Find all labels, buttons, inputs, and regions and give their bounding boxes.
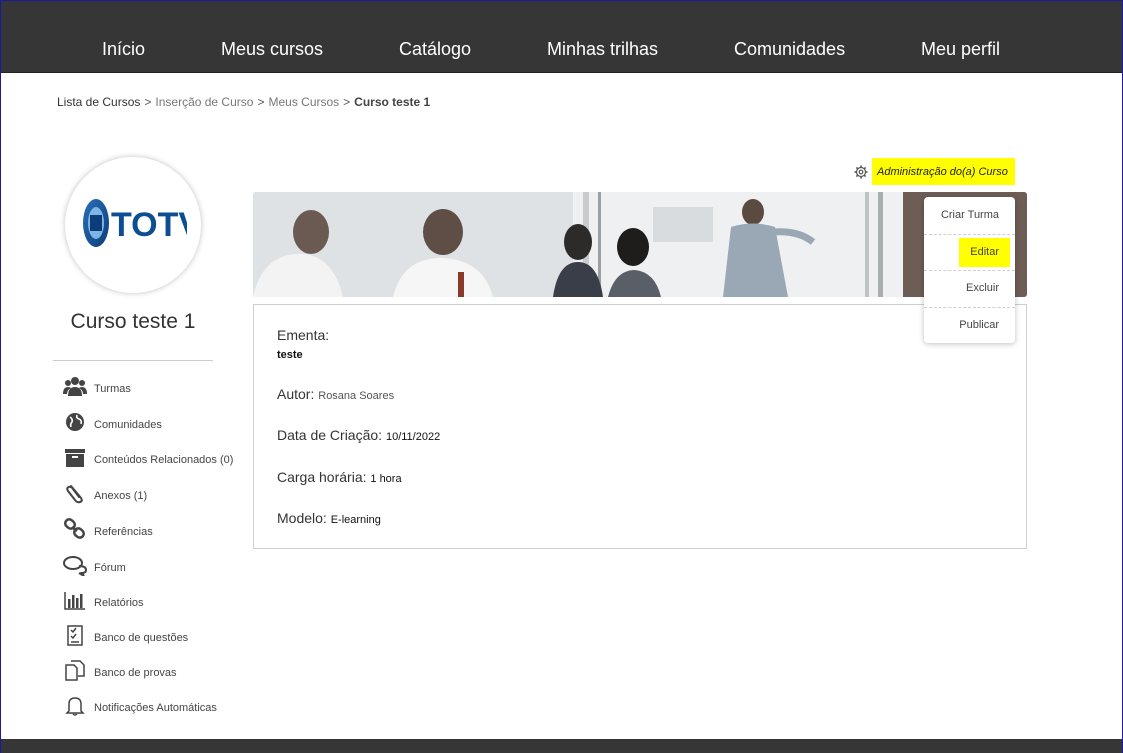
top-nav-bar: Início Meus cursos Catálogo Minhas trilh…	[1, 1, 1122, 73]
footer-bar	[1, 739, 1122, 753]
breadcrumb-current: Curso teste 1	[354, 95, 431, 109]
breadcrumb-separator: >	[343, 95, 351, 109]
modelo-label: Modelo:	[277, 510, 327, 526]
sidebar-item-label: Fórum	[94, 562, 126, 574]
nav-meu-perfil[interactable]: Meu perfil	[921, 39, 1000, 60]
autor-row: Autor: Rosana Soares	[277, 386, 394, 402]
breadcrumb: Lista de Cursos > Inserção de Curso > Meus C…	[57, 95, 430, 109]
sidebar-item-label: Banco de questões	[94, 632, 189, 644]
data-criacao-row: Data de Criação: 10/11/2022	[277, 427, 440, 443]
paperclip-icon	[66, 485, 83, 504]
logo-text: TOTVS	[111, 206, 187, 244]
sidebar-item-banco-de-provas[interactable]: Banco de provas	[61, 657, 261, 685]
menu-item-criar-turma[interactable]: Criar Turma	[924, 197, 1015, 234]
archive-box-icon	[65, 449, 85, 467]
sidebar-item-conteudos-relacionados[interactable]: Conteúdos Relacionados (0)	[61, 444, 261, 472]
sidebar-item-notificacoes-automaticas[interactable]: Notificações Automáticas	[61, 692, 261, 720]
sidebar-item-label: Comunidades	[94, 419, 162, 431]
carga-horaria-value: 1 hora	[370, 473, 402, 485]
nav-inicio[interactable]: Início	[102, 39, 145, 60]
globe-icon	[66, 413, 84, 431]
breadcrumb-separator: >	[144, 95, 152, 109]
nav-minhas-trilhas[interactable]: Minhas trilhas	[547, 39, 658, 60]
bar-chart-icon	[64, 592, 85, 610]
sidebar-item-turmas[interactable]: Turmas	[61, 373, 261, 401]
course-info-card: Ementa: teste Autor: Rosana Soares Data …	[253, 304, 1027, 549]
breadcrumb-insercao-de-curso[interactable]: Inserção de Curso	[155, 95, 253, 109]
documents-icon	[65, 660, 85, 681]
course-title: Curso teste 1	[70, 310, 196, 333]
course-banner-image	[253, 192, 1027, 297]
sidebar-item-label: Relatórios	[94, 597, 144, 609]
sidebar-item-comunidades[interactable]: Comunidades	[61, 409, 261, 437]
breadcrumb-separator: >	[257, 95, 265, 109]
sidebar-item-label: Conteúdos Relacionados (0)	[94, 454, 234, 466]
carga-horaria-row: Carga horária: 1 hora	[277, 469, 402, 485]
course-logo: TOTVS	[65, 157, 201, 293]
ementa-label: Ementa:	[277, 327, 330, 343]
sidebar-item-label: Turmas	[94, 383, 131, 395]
autor-label: Autor:	[277, 386, 315, 402]
nav-catalogo[interactable]: Catálogo	[399, 39, 471, 60]
sidebar-item-referencias[interactable]: Referências	[61, 516, 261, 544]
ementa-value: teste	[277, 349, 303, 361]
sidebar-item-label: Referências	[94, 526, 153, 538]
sidebar-item-label: Notificações Automáticas	[94, 702, 217, 714]
breadcrumb-meus-cursos[interactable]: Meus Cursos	[268, 95, 339, 109]
sidebar-item-label: Banco de provas	[94, 667, 177, 679]
sidebar-item-anexos[interactable]: Anexos (1)	[61, 480, 261, 508]
admin-course-link[interactable]: Administração do(a) Curso	[872, 158, 1015, 185]
carga-horaria-label: Carga horária:	[277, 469, 367, 485]
data-criacao-label: Data de Criação:	[277, 427, 383, 443]
gear-icon[interactable]	[854, 165, 868, 179]
autor-value: Rosana Soares	[318, 390, 395, 402]
nav-meus-cursos[interactable]: Meus cursos	[221, 39, 323, 60]
chat-bubbles-icon	[63, 556, 87, 576]
bell-icon	[65, 697, 85, 716]
meeting-photo-illustration	[253, 192, 1027, 297]
menu-item-excluir[interactable]: Excluir	[924, 270, 1015, 307]
sidebar-item-forum[interactable]: Fórum	[61, 552, 261, 580]
totvs-logo-icon: TOTVS	[83, 199, 187, 247]
link-icon	[63, 518, 86, 539]
modelo-value: E-learning	[330, 514, 381, 526]
modelo-row: Modelo: E-learning	[277, 510, 381, 526]
breadcrumb-lista-de-cursos[interactable]: Lista de Cursos	[57, 95, 140, 109]
users-icon	[63, 377, 87, 396]
menu-item-publicar[interactable]: Publicar	[924, 307, 1015, 344]
nav-comunidades[interactable]: Comunidades	[734, 39, 845, 60]
data-criacao-value: 10/11/2022	[385, 431, 441, 443]
sidebar-divider	[53, 360, 213, 361]
checklist-icon	[67, 625, 83, 646]
sidebar-item-label: Anexos (1)	[94, 490, 148, 502]
sidebar-item-banco-de-questoes[interactable]: Banco de questões	[61, 622, 261, 650]
menu-item-editar[interactable]: Editar	[924, 234, 1015, 271]
sidebar-item-relatorios[interactable]: Relatórios	[61, 587, 261, 615]
